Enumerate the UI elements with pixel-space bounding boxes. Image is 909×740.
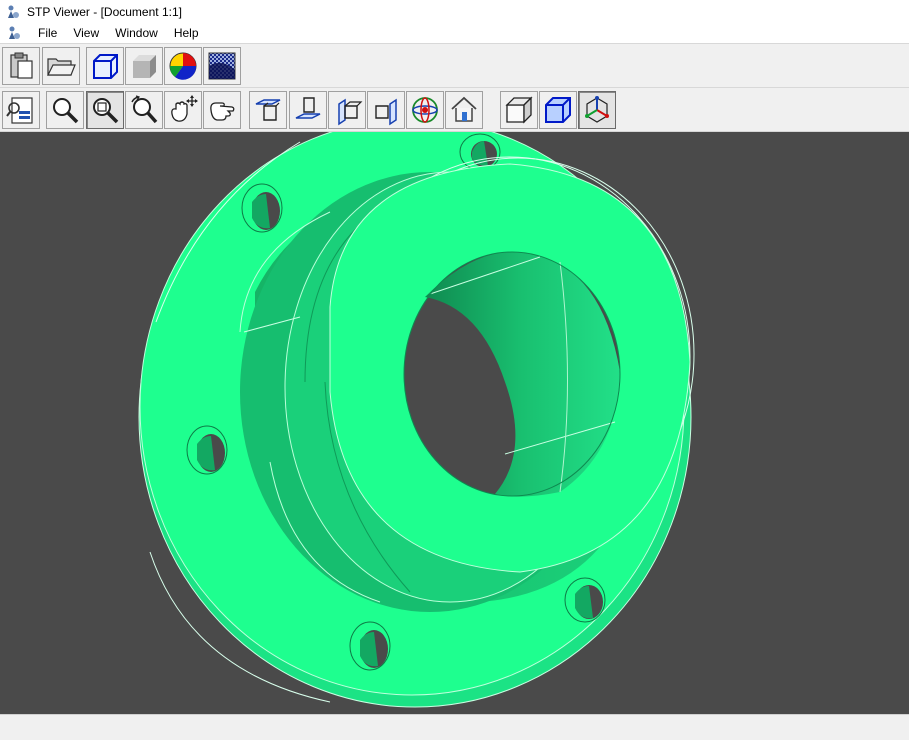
view-left-icon — [338, 98, 363, 126]
app-icon — [8, 5, 19, 18]
pan-button[interactable] — [164, 91, 202, 129]
menu-separator — [0, 43, 909, 44]
wireframe-cube-icon — [93, 54, 118, 79]
view-bottom-button[interactable] — [289, 91, 327, 129]
menu-help[interactable]: Help — [166, 23, 207, 43]
main-toolbar — [0, 45, 909, 87]
color-button[interactable] — [164, 47, 202, 85]
zoom-window-icon — [93, 98, 119, 124]
window-title: STP Viewer - [Document 1:1] — [27, 4, 182, 19]
menu-view[interactable]: View — [65, 23, 107, 43]
hand-move-icon — [171, 95, 198, 122]
rotate-button[interactable] — [203, 91, 241, 129]
shaded-cube-icon — [133, 55, 156, 78]
print-preview-button[interactable] — [2, 91, 40, 129]
zoom-window-button[interactable] — [86, 91, 124, 129]
magnifier-icon — [53, 98, 79, 124]
axis-display-button[interactable] — [578, 91, 616, 129]
zoom-dynamic-button[interactable] — [125, 91, 163, 129]
3d-viewport[interactable] — [0, 131, 909, 714]
flange-model[interactable] — [0, 132, 909, 714]
document-icon[interactable] — [6, 25, 22, 41]
view-toolbar — [0, 89, 909, 131]
hand-rotate-icon — [210, 102, 235, 121]
view-right-icon — [375, 98, 397, 126]
globe-axis-icon — [412, 97, 438, 123]
zoom-button[interactable] — [46, 91, 84, 129]
folder-open-icon — [47, 58, 76, 76]
background-gradient-icon — [208, 52, 236, 80]
view-bottom-icon — [295, 97, 321, 119]
open-button[interactable] — [42, 47, 80, 85]
menu-window[interactable]: Window — [107, 23, 166, 43]
shaded-display-button[interactable] — [500, 91, 538, 129]
home-icon — [451, 96, 477, 122]
print-preview-icon — [6, 97, 33, 124]
shaded-button[interactable] — [125, 47, 163, 85]
menu-file[interactable]: File — [30, 23, 65, 43]
wire-display-button[interactable] — [539, 91, 577, 129]
stp-viewer-window: STP Viewer - [Document 1:1] File View Wi… — [0, 0, 909, 740]
view-top-icon — [255, 99, 281, 121]
wireframe-button[interactable] — [86, 47, 124, 85]
zoom-rotate-icon — [131, 95, 158, 124]
view-left-button[interactable] — [328, 91, 366, 129]
view-top-button[interactable] — [249, 91, 287, 129]
title-bar: STP Viewer - [Document 1:1] — [0, 0, 909, 23]
view-axo-button[interactable] — [406, 91, 444, 129]
view-right-button[interactable] — [367, 91, 405, 129]
blue-box-icon — [545, 97, 571, 123]
paste-button[interactable] — [2, 47, 40, 85]
clipboard-icon — [10, 52, 33, 79]
background-button[interactable] — [203, 47, 241, 85]
solid-box-icon — [505, 96, 533, 124]
view-home-button[interactable] — [445, 91, 483, 129]
menu-bar: File View Window Help — [0, 23, 909, 43]
color-wheel-icon — [169, 52, 197, 80]
axis-triad-icon — [585, 96, 609, 123]
toolbar-separator — [0, 87, 909, 88]
status-bar — [0, 714, 909, 740]
